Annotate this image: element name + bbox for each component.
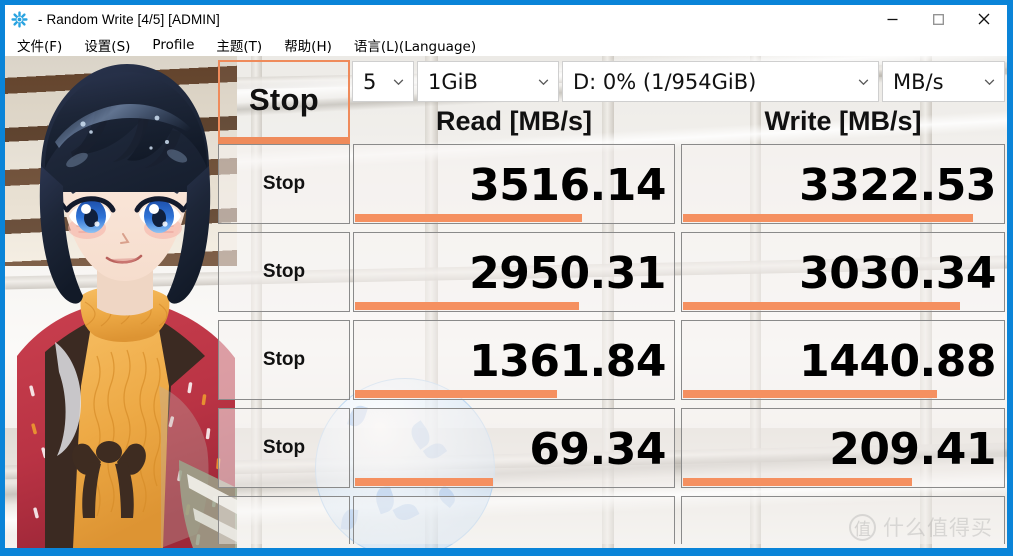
menu-item-theme[interactable]: 主题(T) — [216, 35, 262, 55]
row-stop-button[interactable]: Stop — [218, 408, 350, 488]
menu-item-help[interactable]: 帮助(H) — [284, 35, 332, 55]
menu-bar: 文件(F) 设置(S) Profile 主题(T) 帮助(H) 语言(L)(La… — [5, 33, 1007, 56]
result-row-partial — [218, 496, 1005, 544]
unit-dropdown[interactable]: MB/s — [882, 61, 1005, 102]
chevron-down-icon — [392, 75, 405, 88]
write-value: 3030.34 — [799, 247, 996, 299]
window-title: - Random Write [4/5] [ADMIN] — [38, 11, 220, 27]
row-stop-button-label: Stop — [262, 349, 306, 370]
row-stop-button[interactable]: Stop — [218, 232, 350, 312]
minimize-button[interactable] — [869, 5, 915, 33]
result-row: Stop 69.34 209.41 — [218, 408, 1005, 488]
read-value: 2950.31 — [469, 247, 666, 299]
close-button[interactable] — [961, 5, 1007, 33]
write-result-cell: 3322.53 — [681, 144, 1005, 224]
write-value: 3322.53 — [799, 159, 996, 211]
read-value: 1361.84 — [469, 335, 666, 387]
write-value: 209.41 — [829, 423, 996, 475]
chevron-down-icon — [537, 75, 550, 88]
window-border-left — [0, 0, 5, 556]
row-stop-button-partial[interactable] — [218, 496, 350, 544]
read-result-cell-partial — [353, 496, 675, 544]
row-stop-button-label: Stop — [262, 173, 306, 194]
write-value: 1440.88 — [799, 335, 996, 387]
read-result-cell: 1361.84 — [353, 320, 675, 400]
write-result-cell: 1440.88 — [681, 320, 1005, 400]
window-border-right — [1007, 0, 1013, 556]
read-value: 69.34 — [529, 423, 666, 475]
menu-item-language[interactable]: 语言(L)(Language) — [354, 35, 476, 55]
write-result-cell-partial — [681, 496, 1005, 544]
read-progress-bar — [355, 302, 579, 310]
read-value: 3516.14 — [469, 159, 666, 211]
chevron-down-icon — [983, 75, 996, 88]
write-progress-bar — [683, 214, 973, 222]
read-column-header: Read [MB/s] — [435, 106, 592, 136]
stop-all-button[interactable]: Stop — [218, 60, 350, 144]
read-result-cell: 2950.31 — [353, 232, 675, 312]
menu-item-file[interactable]: 文件(F) — [17, 35, 62, 55]
write-result-cell: 209.41 — [681, 408, 1005, 488]
test-size-value: 1GiB — [428, 69, 478, 94]
main-content: Stop 5 1GiB D: 0% (1/954GiB) MB/s Read [… — [5, 56, 1007, 548]
row-stop-button[interactable]: Stop — [218, 320, 350, 400]
target-drive-value: D: 0% (1/954GiB) — [573, 69, 757, 94]
write-progress-bar — [683, 390, 938, 398]
write-progress-bar — [683, 478, 912, 486]
read-result-cell: 69.34 — [353, 408, 675, 488]
title-bar-left: - Random Write [4/5] [ADMIN] — [5, 5, 220, 33]
write-column-header: Write [MB/s] — [764, 106, 922, 136]
read-result-cell: 3516.14 — [353, 144, 675, 224]
snowflake-icon — [11, 10, 28, 28]
target-drive-dropdown[interactable]: D: 0% (1/954GiB) — [562, 61, 879, 102]
stop-all-button-label: Stop — [248, 81, 320, 117]
test-size-dropdown[interactable]: 1GiB — [417, 61, 559, 102]
read-progress-bar — [355, 478, 493, 486]
write-progress-bar — [683, 302, 960, 310]
maximize-button[interactable] — [915, 5, 961, 33]
test-count-value: 5 — [363, 69, 377, 94]
unit-value: MB/s — [893, 69, 944, 94]
benchmark-ui: Stop 5 1GiB D: 0% (1/954GiB) MB/s Read [… — [5, 56, 1007, 548]
row-stop-button-label: Stop — [262, 437, 306, 458]
chevron-down-icon — [857, 75, 870, 88]
read-progress-bar — [355, 390, 557, 398]
test-count-dropdown[interactable]: 5 — [352, 61, 414, 102]
menu-item-profile[interactable]: Profile — [152, 37, 194, 53]
window-border-bottom — [0, 548, 1013, 556]
result-row: Stop 1361.84 1440.88 — [218, 320, 1005, 400]
result-row: Stop 2950.31 3030.34 — [218, 232, 1005, 312]
crystaldiskmark-window: Stop 5 1GiB D: 0% (1/954GiB) MB/s Read [… — [0, 0, 1013, 556]
row-stop-button-label: Stop — [262, 261, 306, 282]
title-bar: - Random Write [4/5] [ADMIN] — [0, 0, 1013, 33]
write-result-cell: 3030.34 — [681, 232, 1005, 312]
window-controls — [869, 5, 1007, 33]
read-progress-bar — [355, 214, 583, 222]
result-row: Stop 3516.14 3322.53 — [218, 144, 1005, 224]
menu-item-settings[interactable]: 设置(S) — [84, 35, 130, 55]
row-stop-button[interactable]: Stop — [218, 144, 350, 224]
